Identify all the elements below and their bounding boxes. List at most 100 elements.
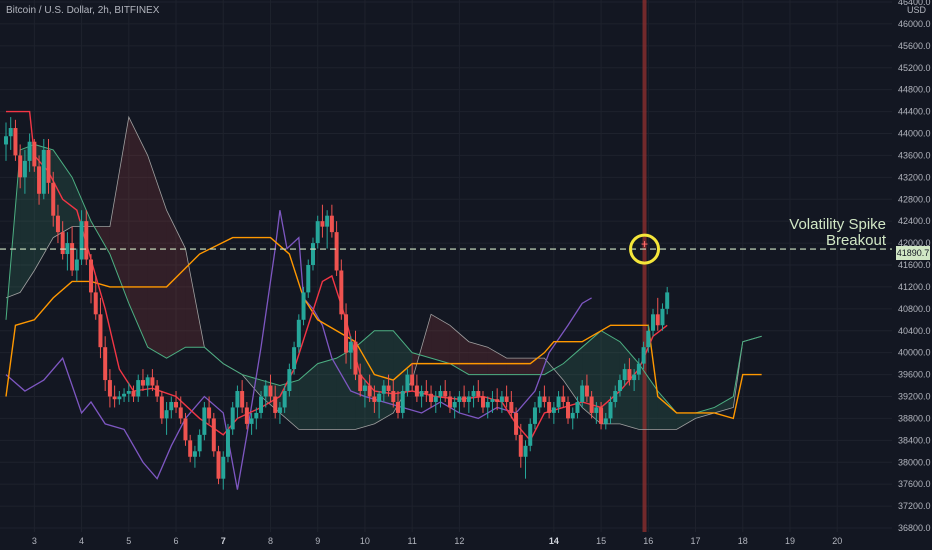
candle-body-65 bbox=[310, 243, 315, 265]
price-tick-label-15: 42800.0 bbox=[898, 194, 931, 204]
candle-body-46 bbox=[221, 456, 226, 479]
candle-body-113 bbox=[537, 396, 542, 408]
cloud-segment-36 bbox=[676, 412, 696, 430]
candle-body-16 bbox=[79, 221, 84, 260]
candle-body-28 bbox=[136, 380, 141, 397]
candle-body-134 bbox=[636, 363, 641, 375]
price-tick-label-5: 38800.0 bbox=[898, 413, 931, 423]
candle-body-53 bbox=[254, 412, 259, 419]
candle-body-30 bbox=[145, 377, 150, 386]
time-tick-label-3: 6 bbox=[174, 536, 179, 546]
price-axis[interactable]: 36800.0 37200.0 37600.0 38000.0 38400.0 38800… bbox=[892, 0, 932, 550]
price-tick-label-9: 40400.0 bbox=[898, 326, 931, 336]
candle-body-19 bbox=[93, 292, 98, 315]
chart-title: Bitcoin / U.S. Dollar, 2h, BITFINEX bbox=[6, 5, 160, 16]
time-tick-label-16: 20 bbox=[832, 536, 842, 546]
price-tick-label-18: 44000.0 bbox=[898, 129, 931, 139]
vertical-marker-band bbox=[642, 0, 647, 532]
candle-body-0 bbox=[4, 136, 8, 145]
candle-body-70 bbox=[334, 232, 339, 271]
candle-body-110 bbox=[523, 445, 528, 457]
candle-body-5 bbox=[27, 141, 32, 161]
price-tick-label-1: 37200.0 bbox=[898, 501, 931, 511]
candle-body-122 bbox=[580, 385, 585, 402]
candle-body-67 bbox=[320, 221, 325, 227]
candle-body-71 bbox=[339, 270, 344, 315]
candle-body-126 bbox=[599, 407, 604, 424]
candle-body-99 bbox=[471, 391, 476, 397]
candle-body-108 bbox=[514, 412, 519, 435]
annotation-line-2: Breakout bbox=[825, 232, 886, 249]
candle-body-17 bbox=[84, 221, 89, 260]
candle-body-92 bbox=[438, 391, 443, 397]
candle-body-90 bbox=[429, 393, 434, 402]
candle-body-31 bbox=[150, 377, 155, 386]
time-tick-label-4: 7 bbox=[221, 536, 226, 546]
candle-body-118 bbox=[561, 396, 566, 402]
candle-body-112 bbox=[532, 407, 537, 424]
candle-body-88 bbox=[419, 391, 424, 397]
candle-body-54 bbox=[259, 396, 264, 413]
time-tick-label-8: 11 bbox=[407, 536, 416, 546]
candle-body-120 bbox=[570, 412, 575, 419]
price-tick-label-21: 45200.0 bbox=[898, 63, 931, 73]
candle-body-84 bbox=[400, 391, 405, 413]
candle-body-26 bbox=[126, 391, 131, 394]
candle-body-41 bbox=[197, 434, 202, 452]
candle-body-130 bbox=[617, 380, 622, 392]
price-tick-label-10: 40800.0 bbox=[898, 304, 931, 314]
time-axis[interactable]: 3 4 5 6 7 8 9 10 11 12 14 15 16 17 18 19 20 bbox=[32, 536, 842, 546]
candle-body-14 bbox=[70, 243, 75, 271]
candle-body-80 bbox=[381, 385, 386, 394]
cloud-segment-7 bbox=[128, 117, 148, 348]
candle-body-49 bbox=[235, 391, 240, 408]
candle-body-74 bbox=[353, 341, 358, 375]
candle-body-89 bbox=[424, 391, 429, 394]
candle-body-94 bbox=[447, 396, 452, 408]
candle-body-43 bbox=[207, 407, 212, 419]
candle-body-15 bbox=[74, 259, 79, 271]
candle-body-86 bbox=[410, 374, 415, 386]
candle-body-97 bbox=[462, 396, 467, 402]
candle-body-18 bbox=[89, 259, 94, 293]
price-tick-label-12: 41600.0 bbox=[898, 260, 931, 270]
candle-body-60 bbox=[287, 369, 292, 392]
cloud-segment-33 bbox=[619, 341, 639, 430]
candle-body-59 bbox=[282, 391, 287, 408]
candle-body-72 bbox=[344, 314, 349, 353]
cloud-segment-16 bbox=[298, 363, 318, 430]
price-tick-label-14: 42400.0 bbox=[898, 216, 931, 226]
candle-body-106 bbox=[504, 396, 509, 402]
candle-body-117 bbox=[556, 396, 561, 408]
price-tick-label-7: 39600.0 bbox=[898, 370, 931, 380]
candle-body-83 bbox=[395, 401, 400, 413]
candle-body-79 bbox=[377, 393, 382, 402]
candle-body-1 bbox=[8, 128, 13, 137]
candle-body-85 bbox=[405, 374, 410, 392]
price-tick-label-23: 46000.0 bbox=[898, 19, 931, 29]
candle-body-124 bbox=[589, 396, 594, 413]
candle-body-116 bbox=[551, 407, 556, 413]
candle-body-7 bbox=[37, 166, 42, 194]
candle-body-77 bbox=[367, 385, 372, 397]
candle-body-37 bbox=[178, 407, 183, 419]
candle-body-61 bbox=[292, 347, 297, 370]
candle-body-55 bbox=[263, 385, 268, 397]
candle-body-50 bbox=[240, 391, 245, 408]
candle-body-56 bbox=[268, 385, 273, 397]
candle-body-107 bbox=[509, 401, 514, 413]
candle-body-36 bbox=[174, 401, 179, 408]
cloud-segment-17 bbox=[317, 358, 337, 430]
candle-body-22 bbox=[107, 380, 112, 397]
price-tick-label-2: 37600.0 bbox=[898, 479, 931, 489]
cloud-segment-27 bbox=[506, 358, 526, 375]
candle-body-139 bbox=[660, 308, 665, 326]
candle-body-64 bbox=[306, 265, 311, 293]
candle-body-58 bbox=[277, 407, 282, 413]
price-tick-label-22: 45600.0 bbox=[898, 41, 931, 51]
candle-body-82 bbox=[391, 391, 396, 402]
ichimoku-chart[interactable]: 36800.0 37200.0 37600.0 38000.0 38400.0 38800… bbox=[0, 0, 932, 550]
time-tick-label-7: 10 bbox=[360, 536, 370, 546]
candle-body-109 bbox=[518, 434, 523, 457]
price-tick-label-0: 36800.0 bbox=[898, 523, 931, 533]
